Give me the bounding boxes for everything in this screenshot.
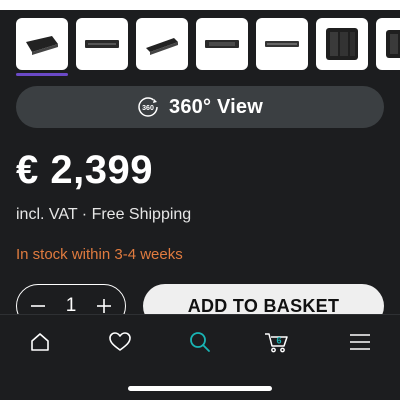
- device-thumb-4-icon: [205, 40, 239, 48]
- home-icon: [31, 333, 49, 351]
- thumbnail-7[interactable]: [376, 18, 400, 70]
- thumbnail-4[interactable]: [196, 18, 248, 70]
- thumbnail-strip[interactable]: [16, 18, 400, 70]
- thumbnail-5[interactable]: [256, 18, 308, 70]
- price: € 2,399: [16, 148, 153, 192]
- thumbnail-6[interactable]: [316, 18, 368, 70]
- thumbnail-active-indicator: [16, 73, 68, 76]
- home-indicator: [128, 386, 272, 391]
- plus-icon: [96, 299, 111, 313]
- nav-menu[interactable]: [345, 327, 375, 357]
- device-thumb-5-icon: [265, 41, 299, 47]
- view-360-label: 360° View: [169, 95, 263, 118]
- device-thumb-1-icon: [26, 36, 58, 55]
- device-thumb-2-icon: [85, 40, 119, 48]
- product-page: 360 360° View € 2,399 incl. VAT · Free S…: [0, 0, 400, 400]
- nav-search[interactable]: [185, 327, 215, 357]
- rotate-360-icon: 360: [138, 97, 158, 117]
- nav-home[interactable]: [25, 327, 55, 357]
- thumbnail-2[interactable]: [76, 18, 128, 70]
- cart-count: 6: [276, 336, 281, 346]
- search-icon: [190, 332, 210, 352]
- vat-shipping-note: incl. VAT · Free Shipping: [16, 206, 192, 223]
- device-thumb-7-icon: [386, 30, 400, 58]
- top-strip: [0, 0, 400, 10]
- rotate-360-icon-text: 360: [142, 105, 154, 112]
- nav-cart[interactable]: 6: [262, 327, 292, 357]
- heart-icon: [109, 332, 131, 351]
- device-thumb-3-icon: [146, 38, 178, 55]
- thumbnail-3[interactable]: [136, 18, 188, 70]
- cart-icon: 6: [265, 333, 288, 353]
- thumbnail-1[interactable]: [16, 18, 68, 70]
- nav-wishlist[interactable]: [105, 327, 135, 357]
- view-360-button[interactable]: 360 360° View: [16, 86, 384, 128]
- minus-icon: [31, 305, 45, 307]
- menu-icon: [350, 334, 370, 350]
- stock-status: In stock within 3-4 weeks: [16, 246, 183, 263]
- device-thumb-6-icon: [326, 28, 358, 60]
